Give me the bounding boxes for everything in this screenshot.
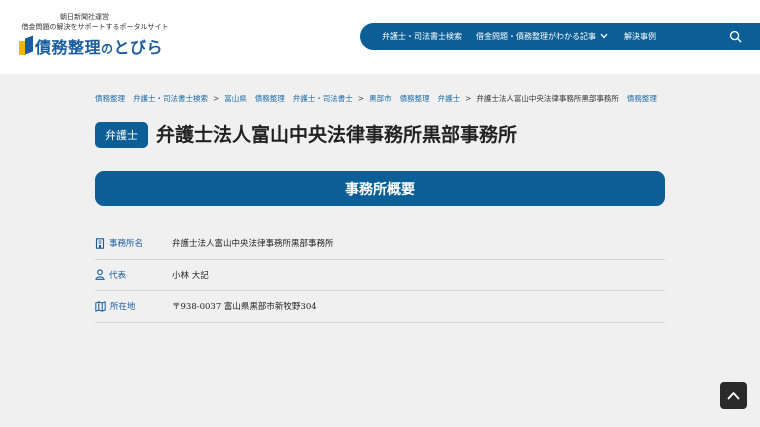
info-label: 代表 [95,269,172,281]
tagline-text: 借金問題の解決をサポートするポータルサイト [21,23,169,31]
logo-mark-icon [19,35,33,55]
office-info-table: 事務所名 弁護士法人富山中央法律事務所黒部事務所 代表 小林 大記 所在地 〒9… [95,228,665,323]
info-row-office-name: 事務所名 弁護士法人富山中央法律事務所黒部事務所 [95,228,665,260]
info-label-text: 所在地 [110,302,136,313]
info-label: 所在地 [95,300,172,312]
chevron-up-icon [727,392,740,400]
breadcrumb-separator: > [213,93,220,103]
breadcrumb: 債務整理 弁護士・司法書士検索 > 富山県 債務整理 弁護士・司法書士 > 黒部… [95,92,665,104]
page-title: 弁護士法人富山中央法律事務所黒部事務所 [156,124,518,146]
nav-item-label: 借金問題・債務整理がわかる記事 [476,32,596,41]
info-row-representative: 代表 小林 大記 [95,260,665,291]
breadcrumb-link[interactable]: 弁護士・司法書士検索 [133,93,208,104]
breadcrumb-link[interactable]: 債務整理 [255,93,285,104]
search-icon[interactable] [729,30,742,43]
info-label-text: 事務所名 [109,239,144,250]
scroll-to-top-button[interactable] [720,382,747,409]
breadcrumb-link[interactable]: 黒部市 [369,93,392,104]
logo-text-main: 債務整理 [35,38,102,57]
breadcrumb-separator: > [357,93,365,103]
global-nav: 弁護士・司法書士検索 借金問題・債務整理がわかる記事 解決事例 [360,23,760,50]
logo-text: 債務整理のとびら [35,34,163,58]
nav-item-cases[interactable]: 解決事例 [624,31,656,42]
breadcrumb-link[interactable]: 弁護士・司法書士 [293,93,353,104]
breadcrumb-separator: > [465,93,472,103]
site-header: 朝日新聞社運営 借金問題の解決をサポートするポータルサイト 債務整理のとびら 弁… [0,0,760,74]
info-row-address: 所在地 〒938-0037 富山県黒部市新牧野304 [95,291,665,323]
nav-item-label: 解決事例 [624,32,656,41]
logo-text-no: の [101,42,114,56]
info-label: 事務所名 [95,237,172,249]
breadcrumb-link[interactable]: 富山県 [224,93,247,104]
map-icon [95,301,106,312]
nav-item-lawyer-search[interactable]: 弁護士・司法書士検索 [382,31,462,42]
section-heading: 事務所概要 [95,171,665,206]
category-badge: 弁護士 [95,122,148,148]
chevron-down-icon [600,33,608,38]
info-value: 〒938-0037 富山県黒部市新牧野304 [172,302,317,313]
nav-item-label: 弁護士・司法書士検索 [382,32,462,41]
breadcrumb-current: 弁護士法人富山中央法律事務所黒部事務所 [476,93,619,103]
breadcrumb-link[interactable]: 債務整理 [627,93,657,104]
breadcrumb-link[interactable]: 債務整理 [95,93,125,104]
breadcrumb-link[interactable]: 債務整理 [400,93,430,104]
info-value: 小林 大記 [172,270,209,281]
breadcrumb-link[interactable]: 弁護士 [438,93,461,104]
logo-tagline-block: 朝日新聞社運営 借金問題の解決をサポートするポータルサイト [20,12,170,32]
info-value: 弁護士法人富山中央法律事務所黒部事務所 [172,239,334,250]
nav-item-articles[interactable]: 借金問題・債務整理がわかる記事 [476,31,608,42]
site-logo[interactable]: 債務整理のとびら [19,35,163,57]
info-label-text: 代表 [109,270,127,281]
office-icon [95,238,105,249]
publisher-text: 朝日新聞社運営 [60,13,109,21]
section-heading-text: 事務所概要 [345,181,415,198]
person-icon [95,269,105,281]
logo-text-end: とびら [113,38,164,57]
